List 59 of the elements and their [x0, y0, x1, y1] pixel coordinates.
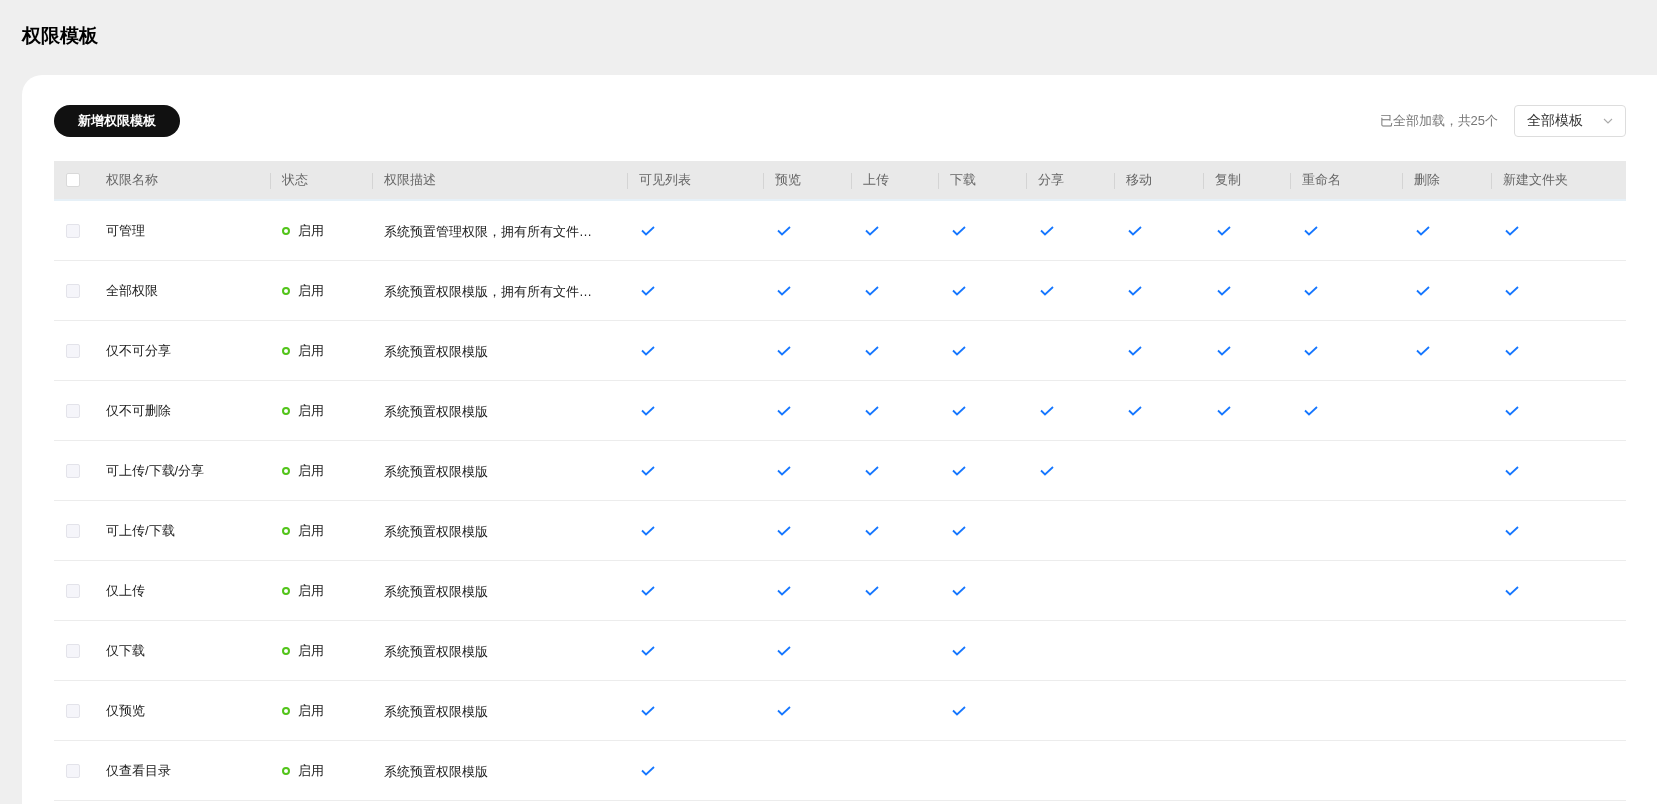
- column-header: 可见列表: [639, 171, 691, 190]
- template-description: 系统预置权限模版: [384, 403, 488, 419]
- column-header: 上传: [863, 171, 889, 190]
- checkbox[interactable]: [66, 463, 80, 478]
- template-description: 系统预置权限模版: [384, 523, 488, 539]
- add-template-button[interactable]: 新增权限模板: [54, 104, 180, 137]
- checkbox[interactable]: [66, 343, 80, 358]
- load-status: 已全部加载，共25个: [1379, 111, 1498, 130]
- checkbox[interactable]: [66, 583, 80, 598]
- template-description: 系统预置权限模版: [384, 463, 488, 479]
- chevron-down-icon: [1603, 117, 1613, 124]
- page-title: 权限模板: [22, 24, 99, 48]
- checkbox[interactable]: [66, 523, 80, 538]
- status-label: 启用: [298, 701, 324, 720]
- column-header: 下载: [950, 171, 976, 190]
- template-description: 系统预置权限模版: [384, 703, 488, 719]
- checkbox[interactable]: [66, 763, 80, 778]
- template-description: 系统预置权限模版: [384, 343, 488, 359]
- column-header: 权限描述: [384, 171, 436, 190]
- column-header: 移动: [1126, 171, 1152, 190]
- template-name: 仅不可删除: [106, 401, 172, 420]
- status-label: 启用: [298, 281, 324, 300]
- template-description: 系统预置权限模版，拥有所有文件…: [384, 283, 592, 299]
- column-header: 分享: [1038, 171, 1064, 190]
- template-name: 仅不可分享: [106, 341, 172, 360]
- status-label: 启用: [298, 341, 324, 360]
- column-header: 新建文件夹: [1503, 171, 1568, 190]
- column-header: 权限名称: [106, 171, 158, 190]
- template-filter-select[interactable]: 全部模板: [1514, 104, 1626, 137]
- checkbox[interactable]: [66, 223, 80, 238]
- column-header: 状态: [282, 171, 308, 190]
- template-description: 系统预置权限模版: [384, 643, 488, 659]
- template-name: 全部权限: [106, 281, 159, 300]
- checkbox[interactable]: [66, 403, 80, 418]
- column-header: 重命名: [1302, 171, 1341, 190]
- template-description: 系统预置权限模版: [384, 763, 488, 779]
- column-header: 复制: [1215, 171, 1241, 190]
- checkbox[interactable]: [66, 173, 80, 187]
- status-label: 启用: [298, 761, 324, 780]
- template-name: 仅上传: [106, 581, 146, 600]
- column-header: 预览: [775, 171, 801, 190]
- template-description: 系统预置权限模版: [384, 583, 488, 599]
- status-label: 启用: [298, 221, 324, 240]
- template-name: 仅查看目录: [106, 761, 172, 780]
- status-label: 启用: [298, 461, 324, 480]
- checkbox[interactable]: [66, 283, 80, 298]
- template-name: 可上传/下载/分享: [106, 461, 206, 480]
- column-header: 删除: [1414, 171, 1440, 190]
- template-name: 仅预览: [106, 701, 146, 720]
- checkbox[interactable]: [66, 643, 80, 658]
- status-label: 启用: [298, 581, 324, 600]
- checkbox[interactable]: [66, 703, 80, 718]
- template-name: 可上传/下载: [106, 521, 176, 540]
- template-description: 系统预置管理权限，拥有所有文件…: [384, 223, 592, 239]
- template-name: 可管理: [106, 221, 146, 240]
- template-name: 仅下载: [106, 641, 146, 660]
- status-label: 启用: [298, 401, 324, 420]
- status-label: 启用: [298, 641, 324, 660]
- status-label: 启用: [298, 521, 324, 540]
